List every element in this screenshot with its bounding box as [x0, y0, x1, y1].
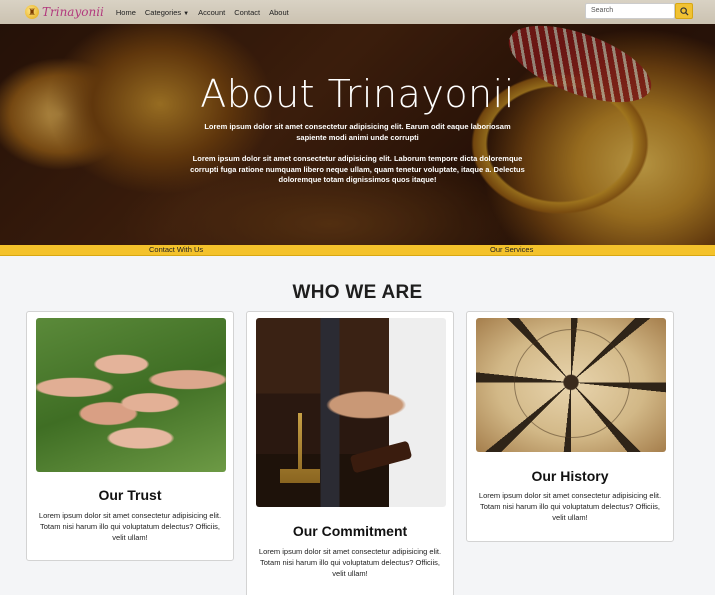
section-title: WHO WE ARE	[292, 282, 423, 303]
card-image-hands	[36, 318, 226, 472]
card-text: Lorem ipsum dolor sit amet consectetur a…	[478, 491, 662, 522]
hero-paragraph-1: Lorem ipsum dolor sit amet consectetur a…	[204, 122, 511, 142]
nav-link-categories[interactable]: Categories ▼	[145, 8, 189, 17]
hero-paragraph-2: Lorem ipsum dolor sit amet consectetur a…	[190, 154, 525, 184]
search-input[interactable]: Search	[585, 3, 675, 19]
scales-of-justice-icon	[280, 413, 320, 483]
our-services-link[interactable]: Our Services	[490, 245, 533, 254]
nav-links: Home Categories ▼ Account Contact About	[116, 8, 298, 17]
temple-lamp-icon: ♜	[25, 5, 39, 19]
card-our-history: Our History Lorem ipsum dolor sit amet c…	[466, 311, 674, 542]
link-strip: Contact With Us Our Services	[0, 245, 715, 256]
card-our-commitment: Our Commitment Lorem ipsum dolor sit ame…	[246, 311, 454, 595]
brand[interactable]: ♜ Trinayonii	[25, 5, 104, 19]
top-navbar: ♜ Trinayonii Home Categories ▼ Account Co…	[0, 0, 715, 24]
hero-title: About Trinayonii	[200, 72, 515, 116]
card-image-compass-map	[476, 318, 666, 452]
nav-link-about[interactable]: About	[269, 8, 289, 17]
card-title: Our Commitment	[292, 523, 408, 539]
card-title: Our Trust	[98, 487, 162, 503]
card-our-trust: Our Trust Lorem ipsum dolor sit amet con…	[26, 311, 234, 561]
search-icon	[679, 6, 689, 16]
card-title: Our History	[531, 468, 609, 484]
contact-with-us-link[interactable]: Contact With Us	[149, 245, 203, 254]
nav-link-categories-label: Categories	[144, 7, 182, 17]
brand-name: Trinayonii	[42, 5, 104, 19]
card-text: Lorem ipsum dolor sit amet consectetur a…	[258, 547, 442, 578]
hero-banner: About Trinayonii Lorem ipsum dolor sit a…	[0, 24, 715, 245]
gavel-icon	[349, 440, 413, 474]
nav-link-contact[interactable]: Contact	[234, 8, 260, 17]
card-text: Lorem ipsum dolor sit amet consectetur a…	[38, 511, 222, 542]
chevron-down-icon: ▼	[183, 10, 190, 17]
card-image-justice	[256, 318, 446, 507]
search-button[interactable]	[675, 3, 693, 19]
nav-link-home[interactable]: Home	[116, 8, 136, 17]
nav-link-account[interactable]: Account	[198, 8, 225, 17]
